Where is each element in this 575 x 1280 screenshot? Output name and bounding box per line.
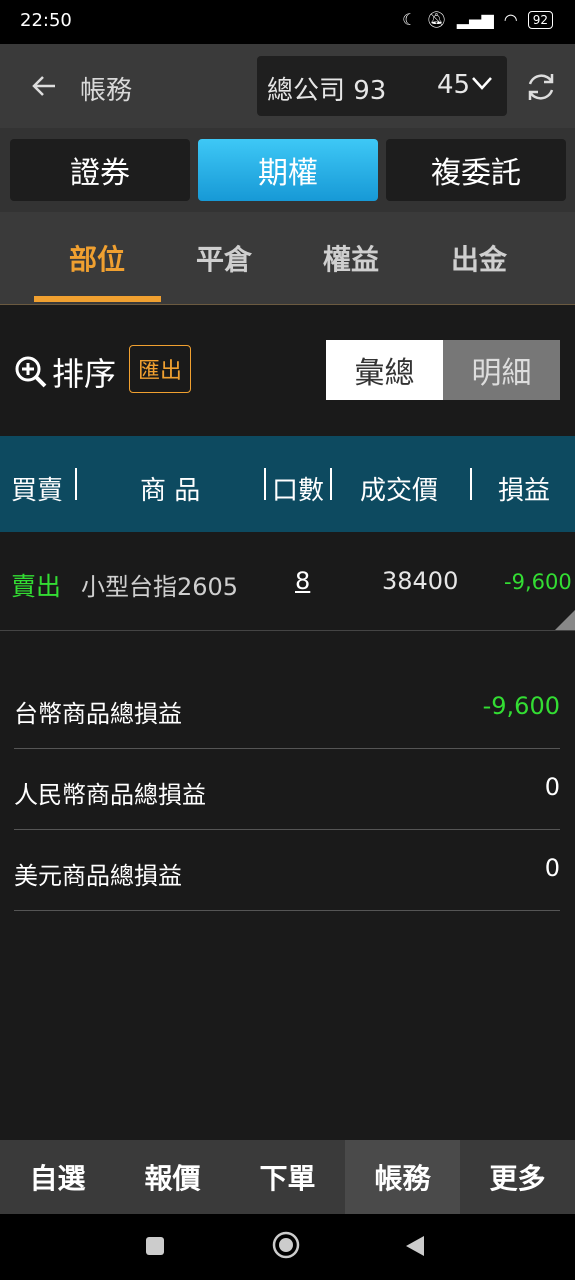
recents-icon[interactable] xyxy=(145,1236,165,1256)
moon-icon: ☾ xyxy=(402,10,417,29)
column-divider xyxy=(75,468,77,500)
refresh-icon[interactable] xyxy=(524,70,558,104)
sub-tabs: 部位 平倉 權益 出金 xyxy=(0,212,575,305)
header-price: 成交價 xyxy=(360,476,439,506)
header-product: 商 品 xyxy=(140,476,201,506)
summary-value: 0 xyxy=(544,773,560,801)
tab-equity[interactable]: 權益 xyxy=(323,238,379,278)
back-arrow-icon[interactable] xyxy=(24,66,64,106)
row-side: 賣出 xyxy=(11,572,62,601)
chevron-down-icon xyxy=(472,77,492,90)
tab-securities[interactable]: 證券 xyxy=(10,139,190,201)
row-price: 38400 xyxy=(382,567,459,595)
tab-futures-options[interactable]: 期權 xyxy=(198,139,378,201)
status-bar: 22:50 ☾ 🔕︎ ▂▄▆ ◠ 92 xyxy=(0,0,575,44)
bottom-nav: 自選 報價 下單 帳務 更多 xyxy=(0,1140,575,1214)
tab-sub-brokerage[interactable]: 複委託 xyxy=(386,139,566,201)
app-header: 帳務 總公司 93 45 xyxy=(0,44,575,128)
column-divider xyxy=(470,468,472,500)
back-nav-icon[interactable] xyxy=(404,1234,426,1258)
battery-icon: 92 xyxy=(527,10,553,29)
tab-positions[interactable]: 部位 xyxy=(69,238,125,278)
table-row[interactable]: 賣出 小型台指2605 8 38400 -9,600 xyxy=(0,532,575,631)
sort-button[interactable]: 排序 xyxy=(14,350,116,394)
account-suffix: 45 xyxy=(437,70,471,100)
summary-label: 美元商品總損益 xyxy=(14,862,182,890)
mute-icon: 🔕︎ xyxy=(426,10,447,29)
view-detail-button[interactable]: 明細 xyxy=(443,340,560,400)
signal-icon: ▂▄▆ xyxy=(456,10,494,29)
column-divider xyxy=(330,468,332,500)
system-nav-bar xyxy=(0,1214,575,1280)
tab-withdrawal[interactable]: 出金 xyxy=(451,238,507,278)
row-qty-link[interactable]: 8 xyxy=(295,567,310,595)
row-pnl: -9,600 xyxy=(504,570,572,594)
export-button[interactable]: 匯出 xyxy=(129,345,191,393)
active-tab-indicator xyxy=(34,296,161,302)
summary-value: -9,600 xyxy=(482,692,560,720)
summary-twd: 台幣商品總損益 -9,600 xyxy=(14,668,560,749)
account-prefix: 總公司 93 xyxy=(267,76,387,106)
status-time: 22:50 xyxy=(20,10,72,31)
home-icon[interactable] xyxy=(271,1230,301,1260)
row-product: 小型台指2605 xyxy=(81,573,239,601)
nav-quotes[interactable]: 報價 xyxy=(115,1140,230,1214)
status-icons: ☾ 🔕︎ ▂▄▆ ◠ 92 xyxy=(402,10,553,29)
page-title: 帳務 xyxy=(80,76,133,106)
view-toggle: 彙總 明細 xyxy=(326,340,560,400)
header-side: 買賣 xyxy=(11,476,64,506)
view-summary-button[interactable]: 彙總 xyxy=(326,340,443,400)
wifi-icon: ◠ xyxy=(503,10,518,29)
zoom-in-icon xyxy=(15,356,47,388)
summary-usd: 美元商品總損益 0 xyxy=(14,830,560,911)
nav-watchlist[interactable]: 自選 xyxy=(0,1140,115,1214)
summary-label: 台幣商品總損益 xyxy=(14,700,182,728)
table-header: 買賣 商 品 口數 成交價 損益 xyxy=(0,436,575,532)
header-pnl: 損益 xyxy=(498,476,551,506)
account-selector[interactable]: 總公司 93 45 xyxy=(257,56,507,116)
nav-more[interactable]: 更多 xyxy=(460,1140,575,1214)
column-divider xyxy=(264,468,266,500)
summary-label: 人民幣商品總損益 xyxy=(14,781,206,809)
header-qty: 口數 xyxy=(272,476,325,506)
product-tabs: 證券 期權 複委託 xyxy=(0,128,575,212)
summary-value: 0 xyxy=(544,854,560,882)
sort-label: 排序 xyxy=(52,355,117,393)
nav-account[interactable]: 帳務 xyxy=(345,1140,460,1214)
corner-marker xyxy=(555,610,575,630)
tab-closed[interactable]: 平倉 xyxy=(196,238,252,278)
nav-order[interactable]: 下單 xyxy=(230,1140,345,1214)
summary-cny: 人民幣商品總損益 0 xyxy=(14,749,560,830)
